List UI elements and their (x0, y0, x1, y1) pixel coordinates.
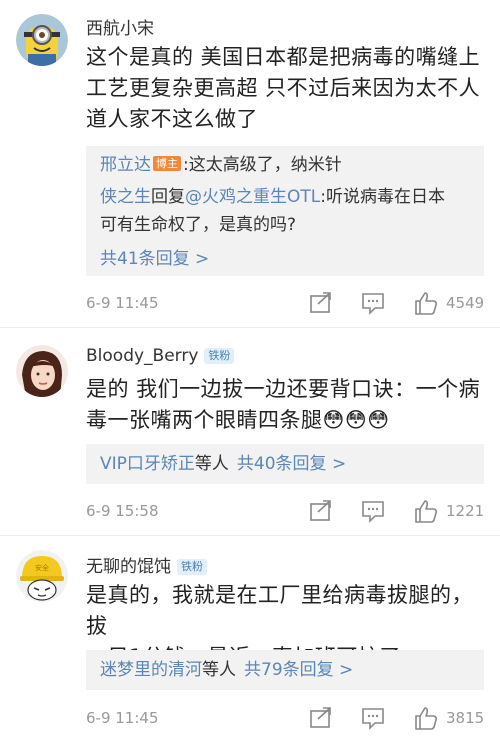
more-replies-link[interactable]: 共41条回复 > (100, 244, 209, 269)
like-icon[interactable] (413, 290, 439, 316)
reply-summary-box[interactable]: 迷梦里的清河等人 共79条回复 > (86, 650, 484, 690)
comment-icon[interactable] (360, 290, 386, 316)
reply-item[interactable]: 侠之生回复@火鸡之重生OTL:听说病毒在日本 (100, 184, 445, 210)
forward-icon[interactable] (308, 290, 334, 316)
like-icon[interactable] (413, 705, 439, 731)
more-replies-link[interactable]: 共79条回复 > (244, 660, 353, 680)
svg-text:安全: 安全 (35, 563, 49, 572)
reply-text-cont: 可有生命权了，是真的吗? (100, 215, 297, 235)
like-count: 4549 (446, 294, 485, 312)
comment-username[interactable]: 无聊的馄饨 铁粉 (86, 552, 207, 577)
reply-text: :听说病毒在日本 (320, 187, 445, 207)
forward-icon[interactable] (308, 705, 334, 731)
more-replies-link[interactable]: 共40条回复 > (237, 454, 346, 474)
comment-text-line: 道人家不这么做了 (86, 107, 258, 131)
like-icon[interactable] (413, 498, 439, 524)
reply-box[interactable]: 邢立达 博主:这太高级了，纳米针 侠之生回复@火鸡之重生OTL:听说病毒在日本 可… (86, 146, 484, 276)
reply-username[interactable]: 侠之生 (100, 187, 151, 207)
reply-summary-user[interactable]: 迷梦里的清河 (100, 660, 202, 680)
comment-text-line: 是真的，我就是在工厂里给病毒拔腿的，拔 (86, 583, 473, 638)
reply-target[interactable]: @火鸡之重生OTL (185, 187, 320, 207)
comment-text-line: 这个是真的 美国日本都是把病毒的嘴缝上 (86, 45, 481, 69)
divider (0, 535, 500, 536)
comment-icon[interactable] (360, 498, 386, 524)
reply-summary[interactable]: 迷梦里的清河等人 共79条回复 > (100, 657, 353, 683)
comment-meta: 6-9 11:45 3815 (0, 705, 500, 735)
avatar-yellow-helmet[interactable]: 安全 (16, 550, 68, 602)
fan-badge: 铁粉 (204, 348, 235, 364)
comment-username[interactable]: 西航小宋 (86, 14, 154, 39)
reply-username[interactable]: 邢立达 (100, 155, 151, 175)
like-count: 3815 (446, 709, 485, 727)
username-text[interactable]: Bloody_Berry (86, 346, 198, 366)
avatar-minion[interactable] (16, 14, 68, 66)
fan-badge: 铁粉 (177, 559, 207, 575)
comment-icon[interactable] (360, 705, 386, 731)
reply-item[interactable]: 邢立达 博主:这太高级了，纳米针 (100, 152, 342, 178)
comment-text-line: 工艺更复杂更高超 只不过后来因为太不人 (86, 76, 481, 100)
like-count: 1221 (446, 502, 485, 520)
timestamp: 6-9 11:45 (86, 709, 159, 727)
forward-icon[interactable] (308, 498, 334, 524)
comment-text: 是的 我们一边拔一边还要背口诀：一个病 毒一张嘴两个眼睛四条腿😳😳😳 (86, 374, 486, 436)
reply-summary-mid: 等人 (194, 454, 229, 474)
reply-summary-user[interactable]: VIP口牙矫正 (100, 454, 195, 474)
username-text[interactable]: 无聊的馄饨 (86, 557, 171, 577)
comment-meta: 6-9 15:58 1221 (0, 498, 500, 528)
timestamp: 6-9 11:45 (86, 294, 159, 312)
comment-text-line: 毒一张嘴两个眼睛四条腿😳😳😳 (86, 408, 390, 432)
blogger-badge: 博主 (153, 156, 181, 171)
reply-summary-box[interactable]: VIP口牙矫正等人 共40条回复 > (86, 444, 484, 484)
comment-text: 这个是真的 美国日本都是把病毒的嘴缝上 工艺更复杂更高超 只不过后来因为太不人 … (86, 42, 486, 135)
comment-meta: 6-9 11:45 4549 (0, 290, 500, 320)
divider (0, 327, 500, 328)
reply-text: :这太高级了，纳米针 (183, 155, 342, 175)
avatar-girl[interactable] (16, 345, 68, 397)
reply-summary[interactable]: VIP口牙矫正等人 共40条回复 > (100, 451, 346, 477)
reply-mid: 回复 (151, 187, 185, 207)
comment-username[interactable]: Bloody_Berry 铁粉 (86, 346, 235, 366)
reply-summary-mid: 等人 (202, 660, 236, 680)
comment-text-line: 是的 我们一边拔一边还要背口诀：一个病 (86, 377, 481, 401)
timestamp: 6-9 15:58 (86, 502, 159, 520)
